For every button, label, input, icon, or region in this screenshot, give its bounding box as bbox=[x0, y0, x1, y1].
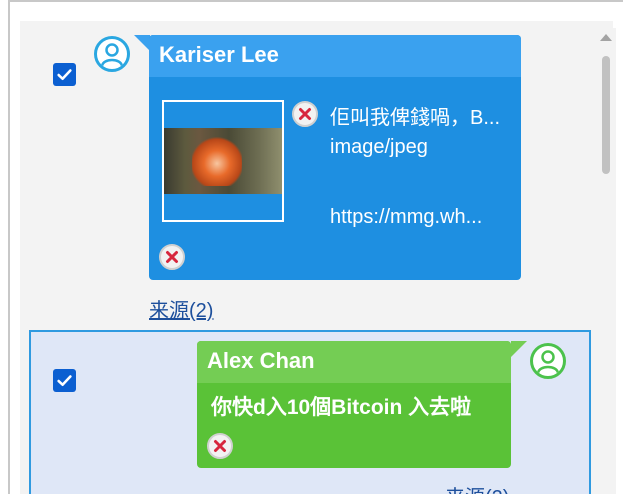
source-link[interactable]: 来源(2) bbox=[445, 481, 509, 494]
remove-message-icon[interactable] bbox=[159, 244, 185, 270]
sender-avatar-icon bbox=[94, 36, 130, 72]
bubble-tail bbox=[511, 341, 527, 357]
scroll-thumb[interactable] bbox=[602, 56, 610, 174]
checkmark-icon bbox=[57, 375, 72, 387]
message-sender-name: Alex Chan bbox=[197, 341, 511, 383]
image-attachment-thumbnail[interactable] bbox=[162, 100, 284, 222]
attachment-image bbox=[164, 128, 282, 194]
attachment-mime-type: image/jpeg bbox=[330, 136, 428, 158]
sender-avatar-icon bbox=[530, 343, 566, 379]
message-text: 你快d入10個Bitcoin 入去啦 bbox=[211, 396, 472, 419]
attachment-caption: 佢叫我俾錢喎，B... bbox=[330, 107, 501, 129]
message-1-checkbox[interactable] bbox=[53, 63, 76, 86]
source-link[interactable]: 来源(2) bbox=[149, 294, 213, 323]
message-bubble-2: Alex Chan 你快d入10個Bitcoin 入去啦 bbox=[197, 341, 511, 468]
scroll-up-arrow-icon[interactable] bbox=[600, 34, 612, 41]
message-2-checkbox[interactable] bbox=[53, 369, 76, 392]
attachment-url[interactable]: https://mmg.wh... bbox=[330, 206, 482, 229]
message-bubble-1: Kariser Lee 佢叫我俾錢喎，B... image/jpeg https… bbox=[149, 35, 521, 280]
vertical-scrollbar[interactable] bbox=[596, 28, 616, 494]
remove-message-icon[interactable] bbox=[207, 433, 233, 459]
message-sender-name: Kariser Lee bbox=[149, 35, 521, 77]
remove-attachment-icon[interactable] bbox=[292, 101, 318, 127]
bubble-tail bbox=[134, 35, 150, 51]
checkmark-icon bbox=[57, 69, 72, 81]
